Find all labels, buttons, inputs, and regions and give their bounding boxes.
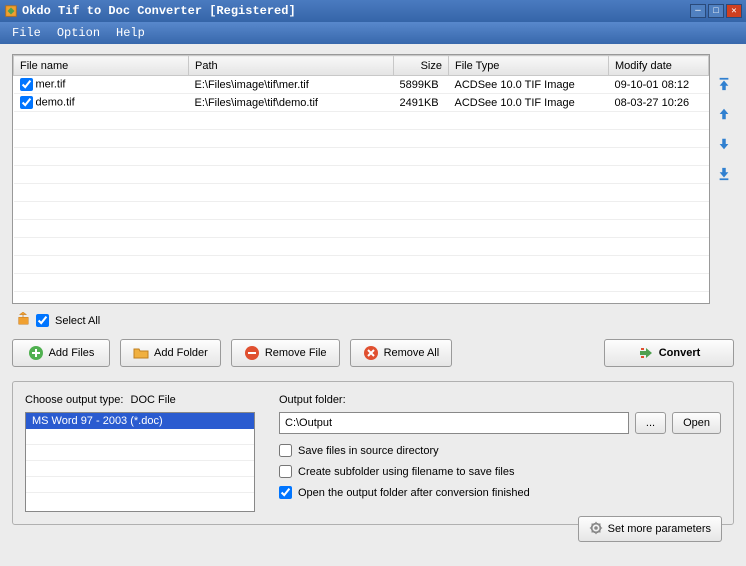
menu-file[interactable]: File	[6, 24, 47, 42]
row-checkbox[interactable]	[20, 78, 33, 91]
select-all-checkbox[interactable]	[36, 314, 49, 327]
more-parameters-button[interactable]: Set more parameters	[578, 516, 722, 542]
col-size[interactable]: Size	[394, 56, 449, 76]
move-down-button[interactable]	[716, 136, 732, 152]
window-title: Okdo Tif to Doc Converter [Registered]	[22, 4, 690, 18]
output-folder-label: Output folder:	[279, 394, 721, 406]
app-icon	[4, 4, 18, 18]
minimize-button[interactable]: ─	[690, 4, 706, 18]
save-in-source-label: Save files in source directory	[298, 445, 439, 457]
open-after-checkbox[interactable]	[279, 486, 292, 499]
titlebar: Okdo Tif to Doc Converter [Registered] ─…	[0, 0, 746, 22]
reorder-controls	[716, 54, 734, 304]
remove-all-label: Remove All	[384, 347, 440, 359]
more-parameters-label: Set more parameters	[608, 523, 711, 535]
output-type-option[interactable]: MS Word 97 - 2003 (*.doc)	[26, 413, 254, 429]
output-type-label: Choose output type:	[25, 394, 123, 406]
convert-label: Convert	[659, 347, 701, 359]
save-in-source-checkbox[interactable]	[279, 444, 292, 457]
add-icon	[28, 345, 44, 361]
create-subfolder-checkbox[interactable]	[279, 465, 292, 478]
add-folder-label: Add Folder	[154, 347, 208, 359]
close-button[interactable]: ✕	[726, 4, 742, 18]
move-top-button[interactable]	[716, 76, 732, 92]
output-panel: Choose output type: DOC File MS Word 97 …	[12, 381, 734, 525]
menu-option[interactable]: Option	[51, 24, 106, 42]
remove-icon	[244, 345, 260, 361]
remove-all-icon	[363, 345, 379, 361]
add-folder-button[interactable]: Add Folder	[120, 339, 221, 367]
output-type-value: DOC File	[131, 394, 176, 406]
output-folder-input[interactable]	[279, 412, 629, 434]
content-area: File name Path Size File Type Modify dat…	[0, 44, 746, 566]
menu-help[interactable]: Help	[110, 24, 151, 42]
output-type-list[interactable]: MS Word 97 - 2003 (*.doc)	[25, 412, 255, 512]
col-path[interactable]: Path	[189, 56, 394, 76]
col-modify[interactable]: Modify date	[609, 56, 709, 76]
menubar: File Option Help	[0, 22, 746, 44]
remove-file-label: Remove File	[265, 347, 327, 359]
window-controls: ─ □ ✕	[690, 4, 742, 18]
table-row[interactable]: mer.tifE:\Files\image\tif\mer.tif5899KBA…	[14, 76, 709, 94]
table-row[interactable]: demo.tifE:\Files\image\tif\demo.tif2491K…	[14, 94, 709, 112]
file-list[interactable]: File name Path Size File Type Modify dat…	[12, 54, 710, 304]
folder-icon	[133, 345, 149, 361]
move-bottom-button[interactable]	[716, 166, 732, 182]
convert-icon	[638, 345, 654, 361]
gear-icon	[589, 521, 603, 538]
row-checkbox[interactable]	[20, 96, 33, 109]
create-subfolder-label: Create subfolder using filename to save …	[298, 466, 514, 478]
convert-button[interactable]: Convert	[604, 339, 734, 367]
remove-file-button[interactable]: Remove File	[231, 339, 340, 367]
add-files-button[interactable]: Add Files	[12, 339, 110, 367]
col-filetype[interactable]: File Type	[449, 56, 609, 76]
open-after-label: Open the output folder after conversion …	[298, 487, 530, 499]
col-filename[interactable]: File name	[14, 56, 189, 76]
move-up-button[interactable]	[716, 106, 732, 122]
open-folder-button[interactable]: Open	[672, 412, 721, 434]
table-header-row: File name Path Size File Type Modify dat…	[14, 56, 709, 76]
add-files-label: Add Files	[49, 347, 95, 359]
remove-all-button[interactable]: Remove All	[350, 339, 453, 367]
select-all-label: Select All	[55, 315, 100, 327]
maximize-button[interactable]: □	[708, 4, 724, 18]
parent-folder-icon[interactable]	[16, 312, 30, 329]
browse-button[interactable]: ...	[635, 412, 666, 434]
